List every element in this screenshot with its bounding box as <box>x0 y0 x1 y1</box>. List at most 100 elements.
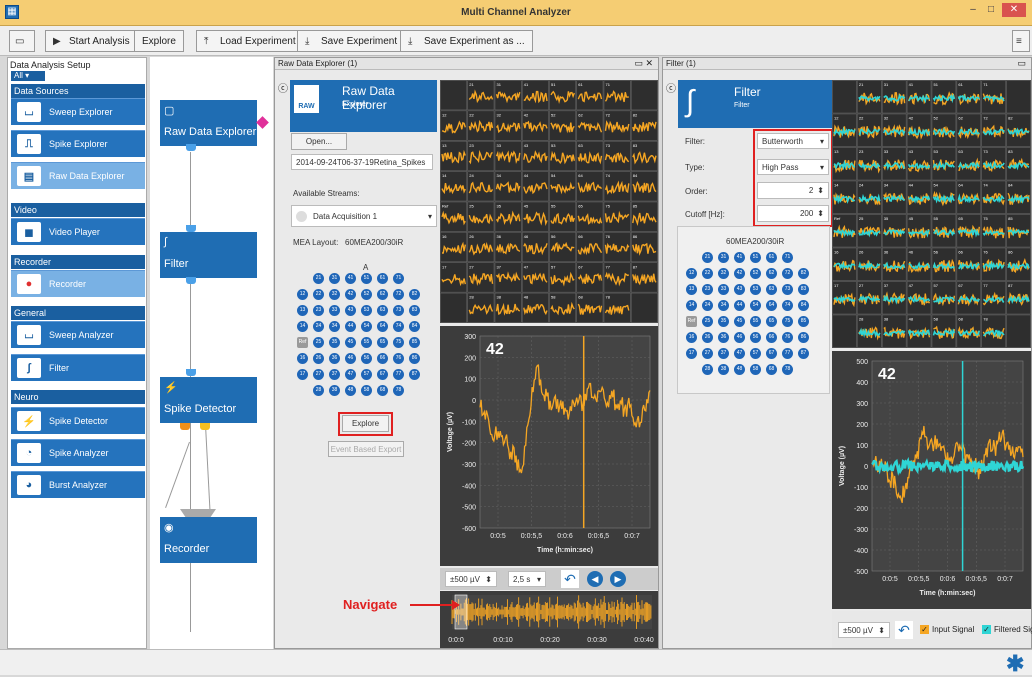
channel-button[interactable]: 71 <box>393 273 404 284</box>
channel-button[interactable]: 33 <box>718 284 729 295</box>
channel-button[interactable]: 24 <box>702 300 713 311</box>
channel-button[interactable]: 21 <box>313 273 324 284</box>
channel-button[interactable]: 21 <box>702 252 713 263</box>
sidebar-item-raw-data-explorer[interactable]: ▤ Raw Data Explorer <box>11 162 145 189</box>
channel-button[interactable]: 47 <box>345 369 356 380</box>
channel-button[interactable]: 26 <box>313 353 324 364</box>
channel-button[interactable]: 16 <box>686 332 697 343</box>
channel-button[interactable]: 57 <box>750 348 761 359</box>
channel-button[interactable]: 52 <box>361 289 372 300</box>
channel-button[interactable]: 42 <box>345 289 356 300</box>
flow-node-filter[interactable]: ∫ Filter <box>160 232 257 278</box>
channel-button[interactable]: 13 <box>297 305 308 316</box>
channel-button[interactable]: 43 <box>345 305 356 316</box>
channel-button[interactable]: 28 <box>313 385 324 396</box>
start-analysis-button[interactable]: ▶ Start Analysis <box>45 30 138 52</box>
channel-button[interactable]: 25 <box>702 316 713 327</box>
channel-button[interactable]: 55 <box>361 337 372 348</box>
channel-button[interactable]: 27 <box>313 369 324 380</box>
pane-controls[interactable]: ▭ <box>1017 58 1026 69</box>
collapse-icon[interactable]: ⓒ <box>666 80 676 95</box>
channel-button[interactable]: 33 <box>329 305 340 316</box>
channel-button[interactable]: 43 <box>734 284 745 295</box>
channel-button[interactable]: 74 <box>393 321 404 332</box>
flow-node-recorder[interactable]: ◉ Recorder <box>160 517 257 563</box>
channel-button[interactable]: 85 <box>409 337 420 348</box>
explore-button[interactable]: Explore <box>134 30 184 52</box>
channel-button[interactable]: 85 <box>798 316 809 327</box>
channel-button[interactable]: 55 <box>750 316 761 327</box>
channel-button[interactable]: 72 <box>782 268 793 279</box>
channel-button[interactable]: 28 <box>702 364 713 375</box>
save-experiment-button[interactable]: ⤓ Save Experiment <box>297 30 406 52</box>
sidebar-item-spike-analyzer[interactable]: ◔ Spike Analyzer <box>11 439 145 466</box>
channel-button[interactable]: 58 <box>361 385 372 396</box>
output-port-icon[interactable] <box>256 116 269 129</box>
range-select[interactable]: ±500 µV ⬍ <box>838 622 890 638</box>
channel-button[interactable]: 63 <box>377 305 388 316</box>
event-based-export-button[interactable]: Event Based Export <box>328 441 404 457</box>
channel-button[interactable]: 78 <box>782 364 793 375</box>
connector[interactable] <box>200 423 210 430</box>
channel-button[interactable]: 62 <box>766 268 777 279</box>
channel-button[interactable]: 54 <box>361 321 372 332</box>
sidebar-item-filter[interactable]: ∫ Filter <box>11 354 145 381</box>
channel-button[interactable]: 31 <box>718 252 729 263</box>
navigator[interactable]: 0:0:0 0:0:10 0:0:20 0:0:30 0:0:40 <box>440 591 658 648</box>
next-button[interactable]: ▶ <box>610 571 626 587</box>
channel-button[interactable]: 54 <box>750 300 761 311</box>
channel-button[interactable]: 41 <box>734 252 745 263</box>
channel-button[interactable]: 17 <box>297 369 308 380</box>
channel-button[interactable]: 34 <box>329 321 340 332</box>
channel-button[interactable]: 44 <box>345 321 356 332</box>
channel-button[interactable]: 53 <box>361 305 372 316</box>
channel-button[interactable]: 13 <box>686 284 697 295</box>
filename-field[interactable]: 2014-09-24T06-37-19Retina_Spikes <box>291 154 433 170</box>
sidebar-item-sweep-analyzer[interactable]: ⌴ Sweep Analyzer <box>11 321 145 348</box>
channel-button[interactable]: 37 <box>718 348 729 359</box>
channel-button[interactable]: 63 <box>766 284 777 295</box>
channel-button[interactable]: 75 <box>393 337 404 348</box>
category-filter-dropdown[interactable]: All ▾ <box>11 71 45 81</box>
channel-button[interactable]: 12 <box>686 268 697 279</box>
channel-button[interactable]: 46 <box>345 353 356 364</box>
channel-button[interactable]: 67 <box>377 369 388 380</box>
channel-button[interactable]: 66 <box>766 332 777 343</box>
channel-button[interactable]: 22 <box>313 289 324 300</box>
channel-button[interactable]: 64 <box>377 321 388 332</box>
channel-button[interactable]: 62 <box>377 289 388 300</box>
channel-button[interactable]: 56 <box>361 353 372 364</box>
channel-button[interactable]: 58 <box>750 364 761 375</box>
channel-button[interactable]: 84 <box>798 300 809 311</box>
menu-button[interactable]: ≡ <box>1012 30 1030 52</box>
open-button[interactable]: Open... <box>291 133 347 150</box>
range-select[interactable]: ±500 µV ⬍ <box>445 571 497 587</box>
channel-button[interactable]: 65 <box>766 316 777 327</box>
channel-button[interactable]: 46 <box>734 332 745 343</box>
minimize-button[interactable]: – <box>966 3 980 17</box>
channel-button[interactable]: 27 <box>702 348 713 359</box>
channel-button[interactable]: 83 <box>798 284 809 295</box>
sidebar-item-spike-detector[interactable]: ⚡ Spike Detector <box>11 407 145 434</box>
channel-button[interactable]: 84 <box>409 321 420 332</box>
channel-button[interactable]: 45 <box>734 316 745 327</box>
channel-button[interactable]: 87 <box>409 369 420 380</box>
channel-button[interactable]: 25 <box>313 337 324 348</box>
channel-button[interactable]: 53 <box>750 284 761 295</box>
channel-button[interactable]: 76 <box>393 353 404 364</box>
channel-button[interactable]: 23 <box>702 284 713 295</box>
channel-button[interactable]: 67 <box>766 348 777 359</box>
channel-button[interactable]: 68 <box>766 364 777 375</box>
panel-toggle-button[interactable]: ▭ <box>9 30 35 52</box>
channel-button[interactable]: 35 <box>329 337 340 348</box>
channel-button[interactable]: 36 <box>329 353 340 364</box>
channel-button[interactable]: 35 <box>718 316 729 327</box>
channel-thumbnail[interactable] <box>832 80 857 114</box>
channel-button[interactable]: 71 <box>782 252 793 263</box>
connector[interactable] <box>186 144 196 151</box>
pane-controls[interactable]: ▭ ✕ <box>634 58 653 69</box>
input-signal-checkbox[interactable]: ✓ Input Signal <box>920 625 974 634</box>
window-select[interactable]: 2,5 s ▾ <box>508 571 546 587</box>
maximize-button[interactable]: □ <box>984 3 998 17</box>
connector[interactable] <box>186 277 196 284</box>
